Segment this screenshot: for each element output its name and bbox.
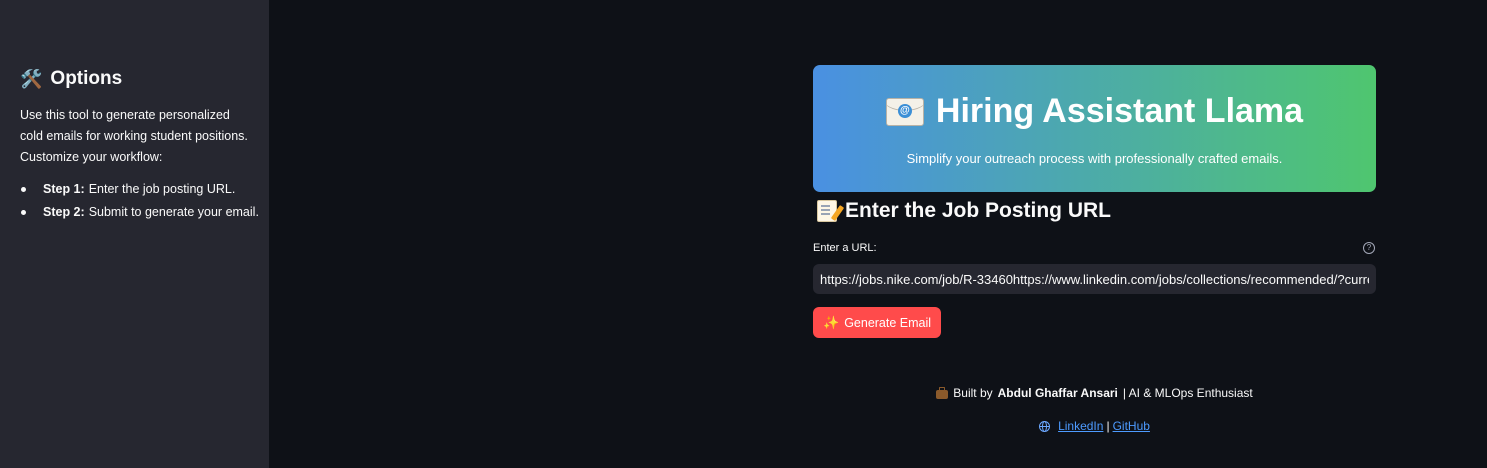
step-text: Submit to generate your email.	[88, 205, 259, 219]
sparkles-icon: ✨	[823, 314, 840, 330]
hero-banner: @ Hiring Assistant Llama Simplify your o…	[813, 65, 1376, 192]
app-title: Hiring Assistant Llama	[935, 92, 1304, 130]
built-suffix: | AI & MLOps Enthusiast	[1122, 386, 1253, 400]
step-name: Step 2:	[43, 205, 85, 219]
bullet-icon	[21, 210, 26, 215]
hero-title: @ Hiring Assistant Llama	[813, 92, 1376, 131]
bullet-icon	[21, 187, 26, 192]
linkedin-link[interactable]: LinkedIn	[1058, 419, 1103, 433]
briefcase-icon	[936, 386, 949, 399]
sidebar: 🛠️ Options Use this tool to generate per…	[0, 0, 269, 468]
list-item: Step 2: Submit to generate your email.	[20, 201, 259, 224]
memo-icon	[817, 200, 837, 222]
url-input[interactable]	[813, 264, 1376, 294]
sidebar-title-text: Options	[50, 68, 123, 89]
sidebar-steps-list: Step 1: Enter the job posting URL. Step …	[20, 178, 259, 224]
link-separator: |	[1106, 419, 1110, 433]
list-item: Step 1: Enter the job posting URL.	[20, 178, 259, 201]
step-name: Step 1:	[43, 182, 85, 196]
footer-links: LinkedIn | GitHub	[813, 419, 1376, 433]
section-heading: Enter the Job Posting URL	[817, 199, 1111, 223]
sidebar-title: 🛠️ Options	[20, 68, 122, 90]
section-heading-text: Enter the Job Posting URL	[845, 199, 1112, 222]
sidebar-description: Use this tool to generate personalized c…	[20, 108, 248, 164]
footer-credit: Built by Abdul Ghaffar Ansari | AI & MLO…	[813, 386, 1376, 400]
generate-email-label: Generate Email	[844, 315, 932, 330]
step-text: Enter the job posting URL.	[88, 182, 236, 196]
envelope-with-at-icon: @	[885, 97, 924, 126]
generate-email-button[interactable]: ✨ Generate Email	[813, 307, 942, 338]
hammer-and-wrench-icon: 🛠️	[20, 68, 43, 89]
github-link[interactable]: GitHub	[1113, 419, 1150, 433]
hero-subtitle: Simplify your outreach process with prof…	[906, 151, 1283, 166]
built-prefix: Built by	[953, 386, 993, 400]
url-label: Enter a URL:	[813, 242, 877, 254]
globe-icon	[1039, 420, 1051, 432]
help-icon[interactable]: ?	[1363, 242, 1375, 254]
author-name: Abdul Ghaffar Ansari	[997, 386, 1118, 400]
